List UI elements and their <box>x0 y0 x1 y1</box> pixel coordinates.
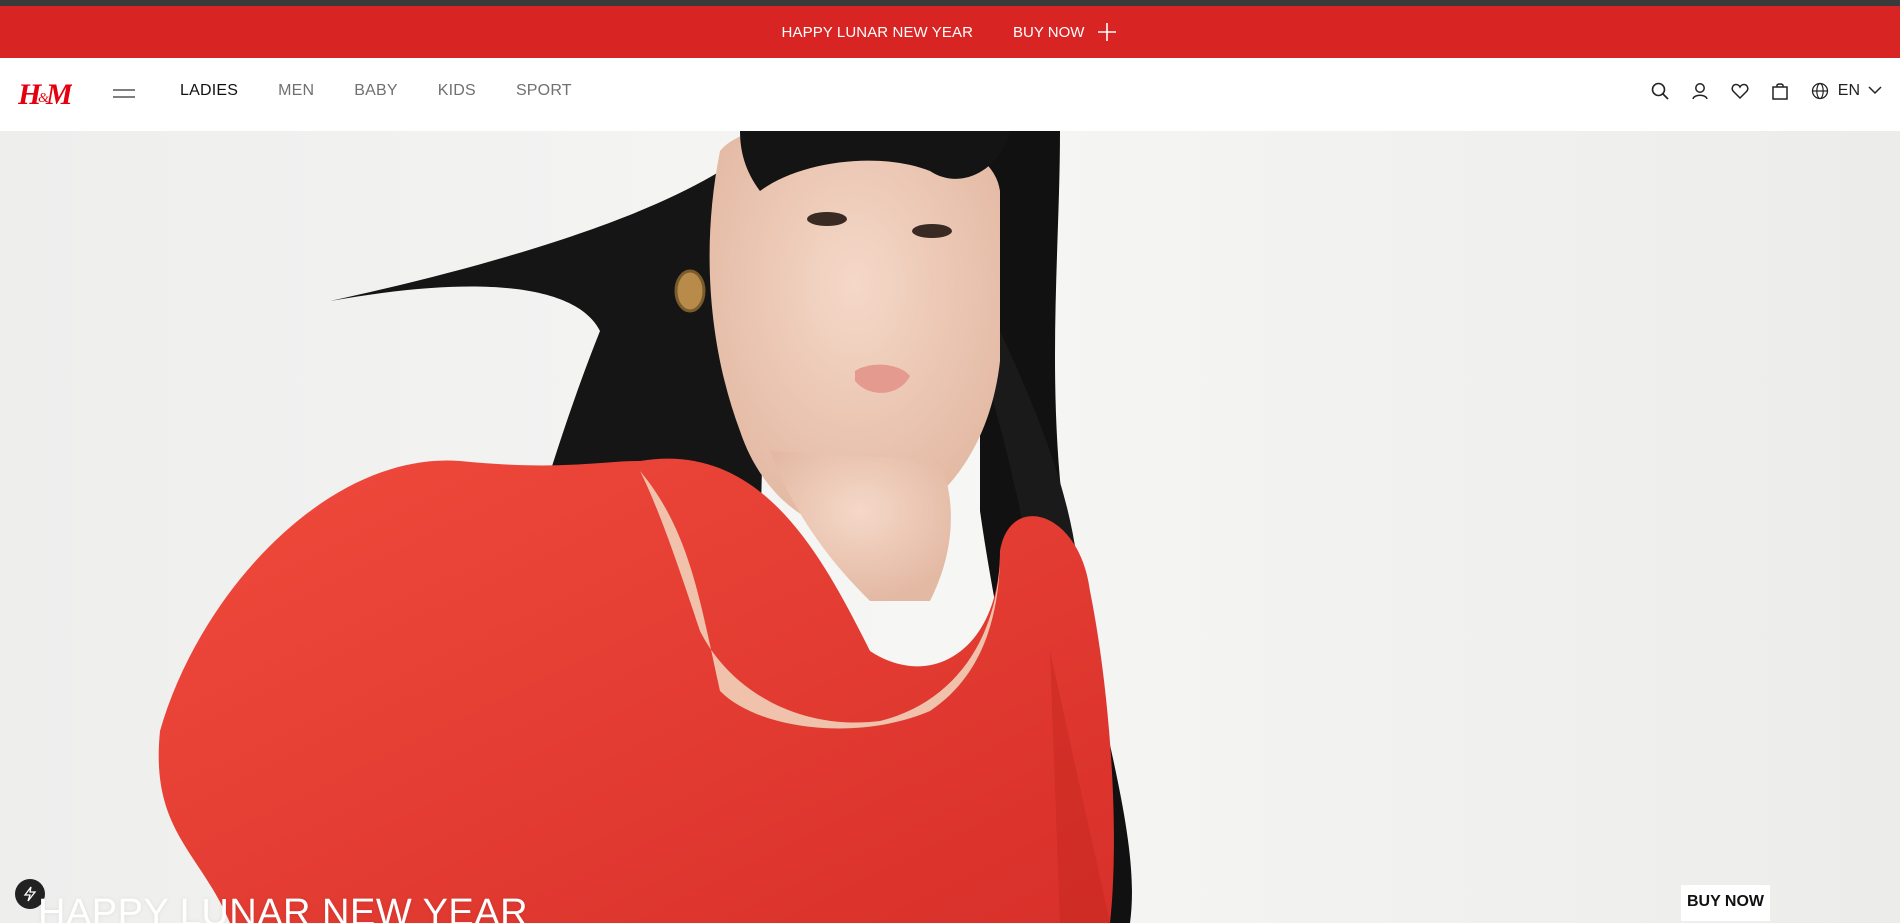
hm-logo[interactable]: H & M <box>17 74 74 114</box>
shopping-bag-icon[interactable] <box>1769 80 1791 102</box>
site-header: H & M LADIES MEN BABY KIDS SPORT EN <box>0 58 1900 131</box>
main-nav: LADIES MEN BABY KIDS SPORT <box>180 82 612 100</box>
hero-image <box>0 131 1900 923</box>
promo-text: HAPPY LUNAR NEW YEAR <box>781 23 974 41</box>
hero-banner[interactable]: HAPPY LUNAR NEW YEAR BUY NOW <box>0 131 1900 923</box>
svg-text:M: M <box>45 78 72 111</box>
promo-buy-now-label: BUY NOW <box>1013 23 1085 41</box>
heart-icon[interactable] <box>1729 80 1751 102</box>
promo-bar: HAPPY LUNAR NEW YEAR BUY NOW <box>0 6 1900 58</box>
nav-item-kids[interactable]: KIDS <box>438 82 476 100</box>
chevron-down-icon <box>1868 82 1882 100</box>
search-icon[interactable] <box>1649 80 1671 102</box>
header-actions: EN <box>1631 80 1882 102</box>
nav-item-sport[interactable]: SPORT <box>516 82 572 100</box>
language-label: EN <box>1837 82 1860 99</box>
nav-item-men[interactable]: MEN <box>278 82 314 100</box>
plus-icon[interactable] <box>1096 21 1118 43</box>
account-icon[interactable] <box>1689 80 1711 102</box>
language-selector[interactable]: EN <box>1809 80 1882 102</box>
nav-item-baby[interactable]: BABY <box>354 82 398 100</box>
globe-icon <box>1809 80 1831 102</box>
hero-title: HAPPY LUNAR NEW YEAR <box>38 892 529 923</box>
promo-buy-now-link[interactable]: BUY NOW <box>1013 21 1118 43</box>
hamburger-menu-icon[interactable] <box>113 86 135 102</box>
nav-item-ladies[interactable]: LADIES <box>180 82 238 100</box>
hero-buy-now-button[interactable]: BUY NOW <box>1680 885 1770 921</box>
